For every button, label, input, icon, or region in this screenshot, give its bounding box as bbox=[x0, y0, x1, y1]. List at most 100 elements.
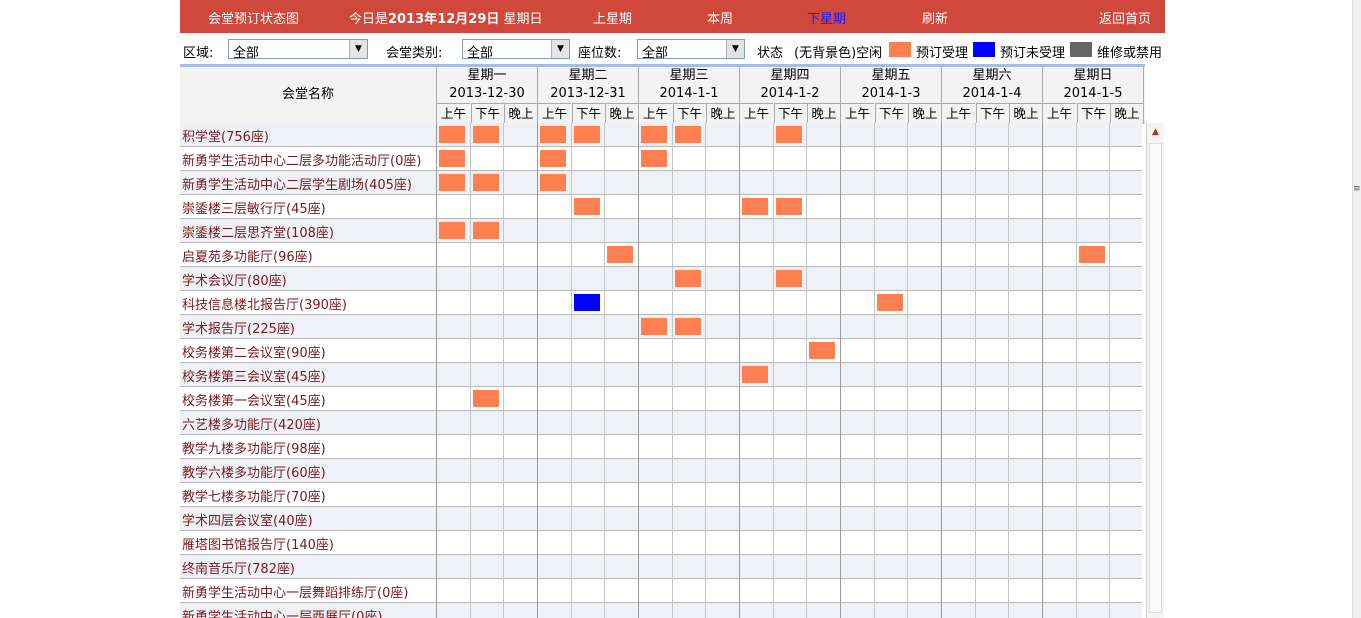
grid-line bbox=[503, 267, 504, 291]
booking-accepted-cell[interactable] bbox=[776, 270, 802, 287]
grid-line bbox=[470, 363, 471, 387]
area-label: 区域: bbox=[183, 46, 214, 61]
grid-line bbox=[1008, 459, 1009, 483]
hall-name[interactable]: 校务楼第二会议室(90座) bbox=[182, 342, 326, 361]
hall-name[interactable]: 新勇学生活动中心二层学生剧场(405座) bbox=[182, 174, 412, 193]
grid-line bbox=[705, 123, 706, 147]
hall-name[interactable]: 启夏苑多功能厅(96座) bbox=[182, 246, 313, 265]
booking-accepted-cell[interactable] bbox=[742, 366, 768, 383]
grip-icon[interactable]: ≡ bbox=[1353, 184, 1361, 194]
this-week-link[interactable]: 本周 bbox=[707, 8, 733, 27]
booking-accepted-cell[interactable] bbox=[607, 246, 633, 263]
hall-name[interactable]: 学术会议厅(80座) bbox=[182, 270, 287, 289]
grid-line bbox=[907, 483, 908, 507]
chevron-down-icon[interactable]: ▼ bbox=[349, 40, 367, 58]
day-header: 星期五 2014-1-3 上午 下午 晚上 bbox=[841, 67, 942, 123]
grid-line bbox=[436, 459, 437, 483]
booking-accepted-cell[interactable] bbox=[540, 150, 566, 167]
hall-name[interactable]: 学术报告厅(225座) bbox=[182, 318, 295, 337]
booking-accepted-cell[interactable] bbox=[675, 270, 701, 287]
grid-line bbox=[638, 411, 639, 435]
booking-accepted-cell[interactable] bbox=[1079, 246, 1105, 263]
seat-select-value: 全部 bbox=[642, 46, 669, 61]
scroll-thumb[interactable] bbox=[1149, 143, 1162, 613]
booking-accepted-cell[interactable] bbox=[776, 198, 802, 215]
grid-line bbox=[941, 195, 942, 219]
grid-line bbox=[537, 435, 538, 459]
grid-line bbox=[537, 555, 538, 579]
booking-accepted-cell[interactable] bbox=[439, 150, 465, 167]
hall-name[interactable]: 学术四层会议室(40座) bbox=[182, 510, 313, 529]
booking-accepted-cell[interactable] bbox=[877, 294, 903, 311]
grid-line bbox=[537, 243, 538, 267]
grid-line bbox=[874, 339, 875, 363]
booking-accepted-cell[interactable] bbox=[742, 198, 768, 215]
booking-accepted-cell[interactable] bbox=[540, 126, 566, 143]
booking-pending-cell[interactable] bbox=[574, 294, 600, 311]
hall-name[interactable]: 积学堂(756座) bbox=[182, 126, 269, 145]
hall-name[interactable]: 教学六楼多功能厅(60座) bbox=[182, 462, 326, 481]
area-select[interactable]: 全部 ▼ bbox=[228, 39, 368, 61]
hall-name[interactable]: 崇鋈楼三层敏行厅(45座) bbox=[182, 198, 326, 217]
prev-week-link[interactable]: 上星期 bbox=[593, 8, 632, 27]
table-row: 科技信息楼北报告厅(390座) bbox=[180, 291, 1142, 315]
booking-accepted-cell[interactable] bbox=[574, 126, 600, 143]
booking-accepted-cell[interactable] bbox=[641, 150, 667, 167]
window-scrollbar[interactable]: ≡ bbox=[1352, 0, 1361, 618]
grid-line bbox=[705, 459, 706, 483]
hall-name[interactable]: 教学七楼多功能厅(70座) bbox=[182, 486, 326, 505]
grid-line bbox=[840, 123, 841, 147]
home-link[interactable]: 返回首页 bbox=[1099, 8, 1151, 27]
booking-accepted-cell[interactable] bbox=[776, 126, 802, 143]
chevron-down-icon[interactable]: ▼ bbox=[551, 40, 569, 58]
booking-accepted-cell[interactable] bbox=[473, 222, 499, 239]
hall-name[interactable]: 崇鋈楼二层思齐堂(108座) bbox=[182, 222, 334, 241]
booking-accepted-cell[interactable] bbox=[809, 342, 835, 359]
booking-accepted-cell[interactable] bbox=[439, 126, 465, 143]
booking-accepted-cell[interactable] bbox=[439, 222, 465, 239]
grid-line bbox=[537, 603, 538, 618]
grid-line bbox=[773, 531, 774, 555]
booking-accepted-cell[interactable] bbox=[574, 198, 600, 215]
schedule-header: 会堂名称 星期一 2013-12-30 上午 下午 晚上 星期二 2013-12-31 上午下… bbox=[180, 67, 1145, 124]
hall-name[interactable]: 校务楼第三会议室(45座) bbox=[182, 366, 326, 385]
grid-line bbox=[739, 171, 740, 195]
hall-name[interactable]: 科技信息楼北报告厅(390座) bbox=[182, 294, 347, 313]
table-row: 新勇学生活动中心一层舞蹈排练厅(0座) bbox=[180, 579, 1142, 603]
type-select[interactable]: 全部 ▼ bbox=[462, 39, 570, 61]
booking-accepted-cell[interactable] bbox=[439, 174, 465, 191]
hall-name[interactable]: 终南音乐厅(782座) bbox=[182, 558, 295, 577]
booking-accepted-cell[interactable] bbox=[473, 390, 499, 407]
next-week-link[interactable]: 下星期 bbox=[807, 8, 846, 27]
hall-name[interactable]: 校务楼第一会议室(45座) bbox=[182, 390, 326, 409]
seat-select[interactable]: 全部 ▼ bbox=[637, 39, 745, 61]
hall-name[interactable]: 六艺楼多功能厅(420座) bbox=[182, 414, 321, 433]
grid-line bbox=[739, 555, 740, 579]
hall-name[interactable]: 雁塔图书馆报告厅(140座) bbox=[182, 534, 334, 553]
grid-line bbox=[1042, 147, 1043, 171]
grid-line bbox=[537, 579, 538, 603]
booking-accepted-cell[interactable] bbox=[473, 174, 499, 191]
chevron-down-icon[interactable]: ▼ bbox=[726, 40, 744, 58]
booking-accepted-cell[interactable] bbox=[540, 174, 566, 191]
hall-name[interactable]: 教学九楼多功能厅(98座) bbox=[182, 438, 326, 457]
grid-line bbox=[672, 339, 673, 363]
booking-accepted-cell[interactable] bbox=[675, 318, 701, 335]
booking-accepted-cell[interactable] bbox=[641, 126, 667, 143]
grid-line bbox=[1109, 363, 1110, 387]
grid-line bbox=[705, 195, 706, 219]
grid-line bbox=[705, 339, 706, 363]
booking-accepted-cell[interactable] bbox=[675, 126, 701, 143]
grid-line bbox=[1109, 531, 1110, 555]
hall-name[interactable]: 新勇学生活动中心一层西展厅(0座) bbox=[182, 606, 382, 618]
refresh-link[interactable]: 刷新 bbox=[922, 8, 948, 27]
grid-scrollbar[interactable]: ▲ bbox=[1146, 123, 1164, 618]
scroll-up-icon[interactable]: ▲ bbox=[1147, 123, 1164, 141]
grid-line bbox=[941, 459, 942, 483]
hall-name[interactable]: 新勇学生活动中心二层多功能活动厅(0座) bbox=[182, 150, 421, 169]
booking-accepted-cell[interactable] bbox=[641, 318, 667, 335]
type-select-value: 全部 bbox=[467, 46, 494, 61]
booking-accepted-cell[interactable] bbox=[473, 126, 499, 143]
hall-name[interactable]: 新勇学生活动中心一层舞蹈排练厅(0座) bbox=[182, 582, 408, 601]
grid-line bbox=[941, 507, 942, 531]
